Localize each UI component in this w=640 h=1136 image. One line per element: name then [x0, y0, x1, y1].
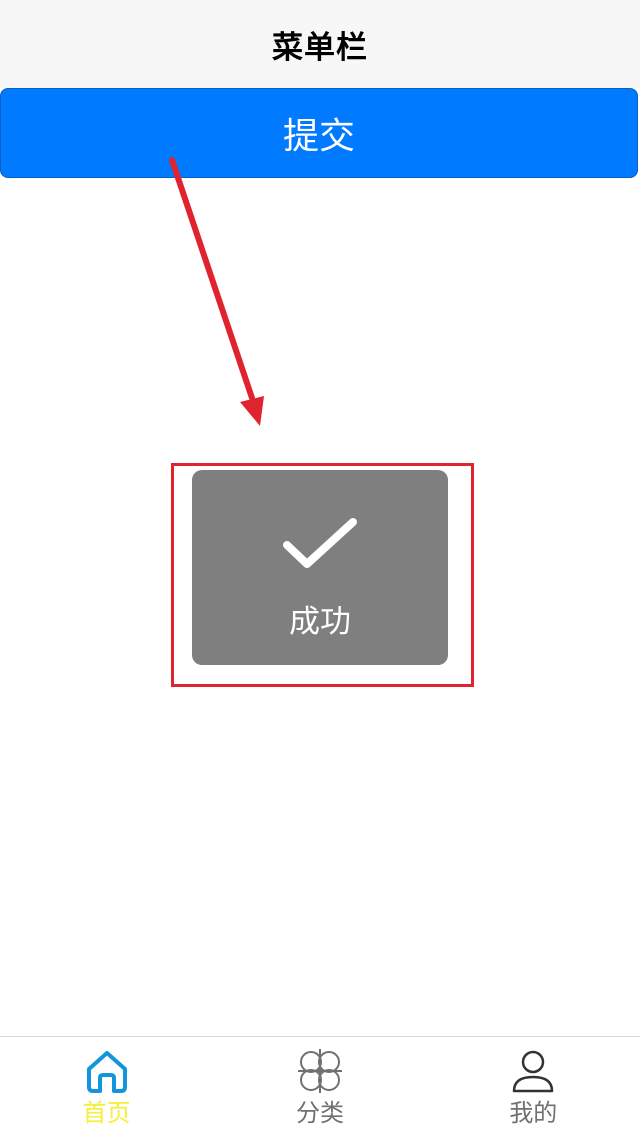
- success-toast: 成功: [192, 470, 448, 665]
- tab-category[interactable]: 分类: [213, 1037, 426, 1136]
- toast-message: 成功: [289, 604, 351, 640]
- user-icon: [513, 1050, 554, 1093]
- navigation-bar: 菜单栏: [0, 0, 640, 88]
- tab-label-profile: 我的: [509, 1099, 558, 1127]
- submit-button[interactable]: 提交: [0, 88, 638, 178]
- tab-profile[interactable]: 我的: [427, 1037, 640, 1136]
- tab-label-category: 分类: [295, 1099, 344, 1127]
- annotation-arrow-head: [240, 396, 264, 426]
- tab-label-home: 首页: [82, 1099, 131, 1127]
- page-title: 菜单栏: [272, 29, 368, 66]
- home-icon: [86, 1051, 127, 1093]
- category-icon: [297, 1049, 342, 1093]
- checkmark-icon: [283, 518, 357, 568]
- bottom-tab-bar: 首页 分类 我的: [0, 1036, 640, 1136]
- tab-home[interactable]: 首页: [0, 1037, 213, 1136]
- annotation-arrow-line: [169, 157, 255, 401]
